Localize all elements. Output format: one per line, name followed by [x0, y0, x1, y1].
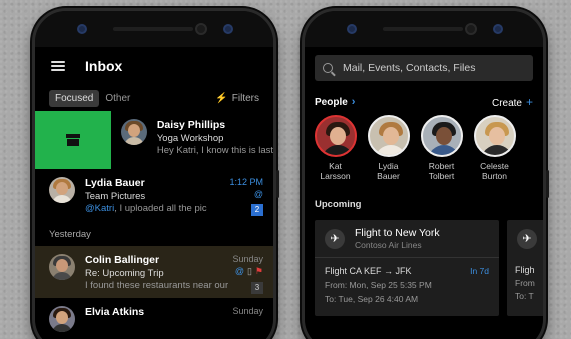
inbox-header: Inbox: [35, 47, 273, 85]
mention-icon: @: [234, 266, 244, 276]
lightning-icon: ⚡: [215, 92, 228, 104]
people-list: Kat Larsson Lydia Bauer Robert Tolbert C…: [305, 115, 543, 181]
sensor-icon: [223, 24, 233, 34]
camera-icon: [465, 23, 477, 35]
archive-icon: [65, 134, 80, 146]
message-time: Sunday: [232, 254, 263, 264]
avatar: [473, 115, 516, 157]
side-button: [546, 170, 549, 198]
flag-icon[interactable]: ⚑: [255, 266, 263, 277]
search-placeholder: Mail, Events, Contacts, Files: [343, 62, 476, 74]
person-lydia-bauer[interactable]: Lydia Bauer: [362, 115, 415, 181]
sensor-icon: [77, 24, 87, 34]
mention-icon: @: [253, 189, 263, 199]
message-time: Sunday: [232, 306, 263, 316]
avatar: [120, 119, 147, 145]
person-robert-tolbert[interactable]: Robert Tolbert: [415, 115, 468, 181]
chevron-right-icon[interactable]: ›: [352, 96, 356, 108]
speaker-grille: [113, 27, 193, 31]
avatar: [49, 177, 75, 203]
hamburger-menu-icon[interactable]: [51, 61, 65, 71]
list-item[interactable]: Daisy Phillips Yoga Workshop Hey Katri, …: [35, 111, 273, 169]
phone-left: Inbox Focused Other ⚡ Filters Daisy Phil…: [32, 8, 276, 339]
message-sender: Daisy Phillips: [156, 119, 226, 131]
speaker-grille: [383, 27, 463, 31]
thread-count-badge: 3: [251, 282, 263, 294]
plus-icon: +: [525, 95, 533, 109]
list-item[interactable]: Colin Ballinger Re: Upcoming Trip I foun…: [35, 246, 273, 298]
filters-button[interactable]: ⚡ Filters: [215, 93, 259, 104]
list-item[interactable]: Lydia Bauer Team Pictures @Katri, I uplo…: [35, 169, 273, 221]
flight-to: To: Tue, Sep 26 4:40 AM: [325, 294, 419, 304]
avatar: [49, 306, 75, 332]
search-icon: [323, 63, 333, 73]
camera-icon: [195, 23, 207, 35]
inbox-screen: Inbox Focused Other ⚡ Filters Daisy Phil…: [35, 47, 273, 339]
airplane-icon: ✈: [517, 229, 537, 249]
avatar: [49, 254, 75, 280]
attachment-icon: ▯: [246, 266, 252, 276]
avatar: [314, 115, 357, 157]
airplane-icon: ✈: [325, 228, 345, 249]
section-header: Yesterday: [49, 229, 91, 240]
tab-focused[interactable]: Focused: [49, 89, 100, 107]
sensor-icon: [493, 24, 503, 34]
flight-from: From: Mon, Sep 25 5:35 PM: [325, 280, 432, 290]
countdown-badge: In 7d: [470, 266, 489, 276]
page-title: Inbox: [85, 58, 123, 74]
avatar: [420, 115, 463, 157]
thread-count-badge: 2: [251, 204, 263, 216]
people-header: People › Create +: [305, 81, 543, 115]
filters-label: Filters: [231, 92, 259, 104]
search-input[interactable]: Mail, Events, Contacts, Files: [315, 55, 533, 81]
side-button: [276, 170, 279, 198]
person-kat-larsson[interactable]: Kat Larsson: [309, 115, 362, 181]
card-title: Flight to New York: [355, 227, 440, 239]
sensor-icon: [347, 24, 357, 34]
card-subtitle: Contoso Air Lines: [355, 240, 422, 250]
message-time: 1:12 PM: [229, 177, 263, 187]
flight-card-peek[interactable]: ✈ Fligh From To: T: [507, 220, 543, 316]
message-preview: Hey Katri, I know this is last: [156, 145, 273, 156]
people-label[interactable]: People: [315, 97, 348, 108]
search-screen: Mail, Events, Contacts, Files People › C…: [305, 47, 543, 339]
tab-other[interactable]: Other: [105, 93, 130, 104]
phone-bezel: [35, 11, 273, 47]
person-celeste-burton[interactable]: Celeste Burton: [468, 115, 521, 181]
message-subject: Yoga Workshop: [156, 133, 224, 144]
phone-bezel: [305, 11, 543, 47]
inbox-tabs: Focused Other ⚡ Filters: [35, 85, 273, 111]
avatar: [367, 115, 410, 157]
archive-swipe-action[interactable]: [35, 111, 111, 169]
create-button[interactable]: Create +: [492, 95, 533, 109]
mention[interactable]: @Katri: [85, 203, 114, 214]
upcoming-label: Upcoming: [315, 199, 362, 210]
flight-card[interactable]: ✈ Flight to New York Contoso Air Lines F…: [315, 220, 499, 316]
upcoming-cards: ✈ Flight to New York Contoso Air Lines F…: [305, 220, 543, 316]
list-item[interactable]: Elvia Atkins Sunday: [35, 298, 273, 338]
phone-right: Mail, Events, Contacts, Files People › C…: [302, 8, 546, 339]
flight-route: Flight CA KEF → JFK: [325, 266, 412, 276]
